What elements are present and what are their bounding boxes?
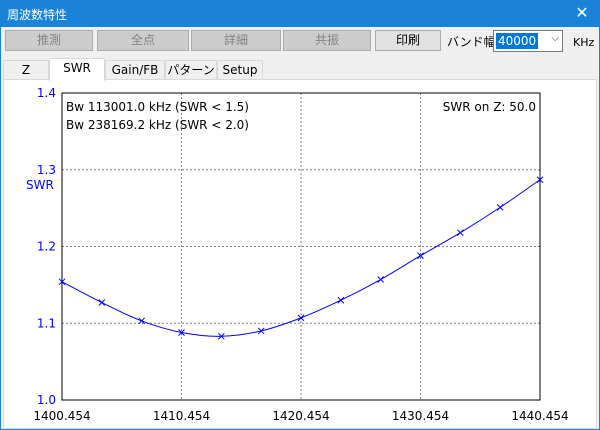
chevron-down-icon[interactable]: ⌵	[551, 33, 559, 44]
x-tick-label: 1400.454	[33, 409, 90, 423]
close-icon[interactable]: ✕	[565, 1, 599, 27]
tab-pattern[interactable]: パターン	[165, 60, 217, 80]
x-tick-label: 1430.454	[392, 409, 449, 423]
bandwidth-unit: KHz	[573, 36, 595, 49]
y-tick-label: 1.4	[37, 86, 56, 100]
title-bar[interactable]: 周波数特性 ✕	[1, 1, 599, 27]
tab-swr[interactable]: SWR	[49, 58, 105, 81]
chart-grid	[62, 93, 540, 400]
y-tick-label: 1.1	[37, 316, 56, 330]
tab-gain-fb[interactable]: Gain/FB	[105, 60, 165, 80]
swr-point-marker	[456, 229, 464, 237]
x-tick-label: 1420.454	[272, 409, 329, 423]
y-tick-label: 1.3	[37, 163, 56, 177]
swr-point-marker	[377, 276, 385, 283]
x-tick-label: 1440.454	[511, 409, 568, 423]
x-tick-labels: 1400.454 1410.454 1420.454 1430.454 1440.454	[33, 409, 568, 423]
bandwidth-select[interactable]: 40000 ⌵	[493, 30, 563, 52]
bandwidth-value[interactable]: 40000	[496, 33, 539, 49]
tab-setup[interactable]: Setup	[217, 60, 263, 80]
swr-point-marker	[98, 299, 106, 306]
swr-reference-annotation: SWR on Z: 50.0	[443, 100, 536, 114]
frequency-response-window: 周波数特性 ✕ 推測 全点 詳細 共振 印刷 バンド幅 40000 ⌵ KHz …	[0, 0, 600, 430]
bandwidth-annotation-2: Bw 238169.2 kHz (SWR < 2.0)	[66, 118, 249, 132]
swr-point-marker	[496, 204, 504, 211]
estimate-button[interactable]: 推測	[5, 30, 93, 51]
all-points-button[interactable]: 全点	[97, 30, 189, 51]
window-title: 周波数特性	[7, 8, 68, 22]
resonance-button[interactable]: 共振	[283, 30, 371, 51]
x-tick-label: 1410.454	[153, 409, 210, 423]
details-button[interactable]: 詳細	[191, 30, 281, 51]
print-button[interactable]: 印刷	[375, 30, 441, 51]
y-tick-label: 1.0	[37, 393, 56, 407]
y-tick-label: 1.2	[37, 240, 56, 254]
swr-point-marker	[138, 317, 146, 325]
swr-point-marker	[337, 296, 345, 304]
swr-panel: 1.0 1.1 1.2 1.3 1.4 1400.454 1410.454 1420.454…	[3, 79, 597, 429]
toolbar: 推測 全点 詳細 共振 印刷 バンド幅 40000 ⌵ KHz	[1, 28, 599, 56]
tab-z[interactable]: Z	[3, 60, 49, 80]
y-axis-label: SWR	[26, 178, 54, 192]
y-tick-labels: 1.0 1.1 1.2 1.3 1.4	[37, 86, 56, 407]
bandwidth-annotation-1: Bw 113001.0 kHz (SWR < 1.5)	[66, 100, 249, 114]
swr-point-marker	[297, 314, 305, 322]
swr-chart: 1.0 1.1 1.2 1.3 1.4 1400.454 1410.454 1420.454…	[26, 86, 569, 423]
bandwidth-label: バンド幅	[447, 35, 496, 49]
tab-strip: Z SWR Gain/FB パターン Setup	[1, 58, 599, 81]
